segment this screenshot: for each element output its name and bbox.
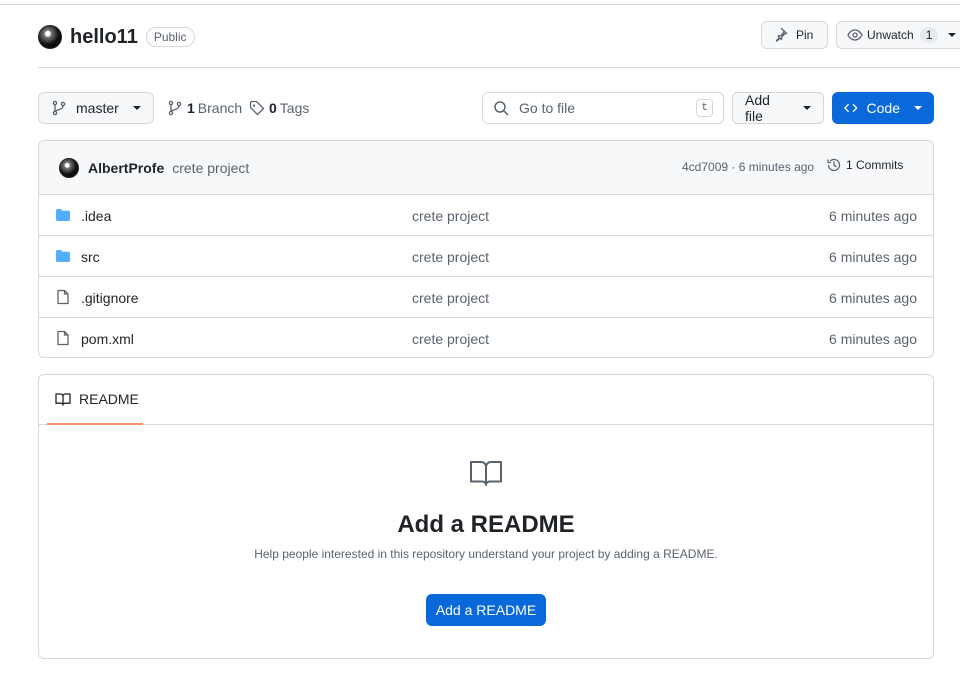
file-time: 6 minutes ago: [829, 290, 917, 306]
commit-message[interactable]: crete project: [172, 160, 249, 176]
branch-selector[interactable]: master: [38, 92, 154, 124]
readme-tabbar: README: [39, 375, 933, 425]
readme-panel: README Add a README Help people interest…: [38, 374, 934, 659]
add-file-label: Add file: [745, 92, 770, 124]
readme-title: Add a README: [397, 511, 575, 538]
file-time: 6 minutes ago: [829, 208, 917, 224]
file-name[interactable]: .gitignore: [81, 290, 139, 306]
file-commit-message[interactable]: crete project: [412, 249, 489, 265]
branch-count: 1: [187, 100, 195, 116]
visibility-badge: Public: [145, 27, 195, 47]
book-icon: [470, 461, 502, 486]
file-time: 6 minutes ago: [829, 249, 917, 265]
unwatch-button[interactable]: Unwatch 1: [836, 21, 960, 49]
header-divider: [38, 67, 960, 68]
code-label: Code: [866, 100, 900, 116]
commit-hash-time[interactable]: 4cd7009 · 6 minutes ago: [682, 160, 814, 174]
latest-commit-bar: AlbertProfe crete project 4cd7009 · 6 mi…: [39, 141, 933, 195]
file-commit-message[interactable]: crete project: [412, 208, 489, 224]
readme-tab-label: README: [79, 391, 139, 407]
branches-link[interactable]: 1 Branch: [167, 100, 242, 116]
tab-readme[interactable]: README: [47, 375, 143, 425]
chevron-down-icon: [132, 106, 141, 110]
file-commit-message[interactable]: crete project: [412, 331, 489, 347]
file-row[interactable]: src crete project 6 minutes ago: [39, 236, 933, 277]
folder-icon: [56, 209, 70, 221]
branch-name: master: [76, 100, 119, 116]
file-icon: [57, 289, 69, 305]
file-name[interactable]: pom.xml: [81, 331, 134, 347]
add-file-button[interactable]: Add file: [732, 92, 824, 124]
owner-avatar[interactable]: [38, 25, 62, 49]
file-row[interactable]: .gitignore crete project 6 minutes ago: [39, 277, 933, 318]
go-to-file-input[interactable]: Go to file t: [482, 92, 724, 124]
branch-icon: [52, 100, 66, 116]
file-row[interactable]: .idea crete project 6 minutes ago: [39, 195, 933, 236]
eye-icon: [847, 29, 863, 41]
commits-link[interactable]: 1 Commits: [826, 157, 903, 173]
branch-icon: [168, 100, 182, 116]
add-readme-button[interactable]: Add a README: [426, 594, 546, 626]
tags-link[interactable]: 0 Tags: [249, 100, 309, 116]
branch-count-label: Branch: [197, 100, 243, 116]
file-name[interactable]: src: [81, 249, 100, 265]
readme-description: Help people interested in this repositor…: [254, 547, 718, 561]
search-icon: [494, 101, 509, 116]
code-button[interactable]: Code: [832, 92, 934, 124]
folder-icon: [56, 250, 70, 262]
history-icon: [827, 158, 841, 172]
commits-count: 1 Commits: [846, 158, 904, 172]
pin-button[interactable]: Pin: [761, 21, 828, 49]
file-row[interactable]: pom.xml crete project 6 minutes ago: [39, 318, 933, 357]
top-border: [0, 4, 960, 5]
book-icon: [55, 393, 71, 406]
chevron-down-icon: [948, 33, 957, 37]
tag-icon: [249, 100, 265, 116]
commit-author[interactable]: AlbertProfe: [88, 160, 164, 176]
code-icon: [844, 103, 858, 113]
shortcut-key: t: [696, 99, 713, 117]
unwatch-label: Unwatch: [867, 28, 914, 42]
go-to-file-placeholder: Go to file: [519, 100, 576, 116]
pin-label: Pin: [796, 28, 814, 42]
repo-name[interactable]: hello11: [70, 26, 138, 49]
tag-count: 0: [269, 100, 277, 116]
commit-author-avatar[interactable]: [59, 157, 79, 178]
chevron-down-icon: [803, 106, 811, 110]
file-table: AlbertProfe crete project 4cd7009 · 6 mi…: [38, 140, 934, 358]
watch-counter: 1: [919, 27, 939, 43]
tag-count-label: Tags: [279, 100, 310, 116]
file-name[interactable]: .idea: [81, 208, 111, 224]
file-time: 6 minutes ago: [829, 331, 917, 347]
pin-icon: [775, 27, 788, 42]
file-commit-message[interactable]: crete project: [412, 290, 489, 306]
file-icon: [57, 330, 69, 346]
chevron-down-icon: [914, 106, 922, 110]
repo-header: hello11 Public: [38, 22, 195, 52]
